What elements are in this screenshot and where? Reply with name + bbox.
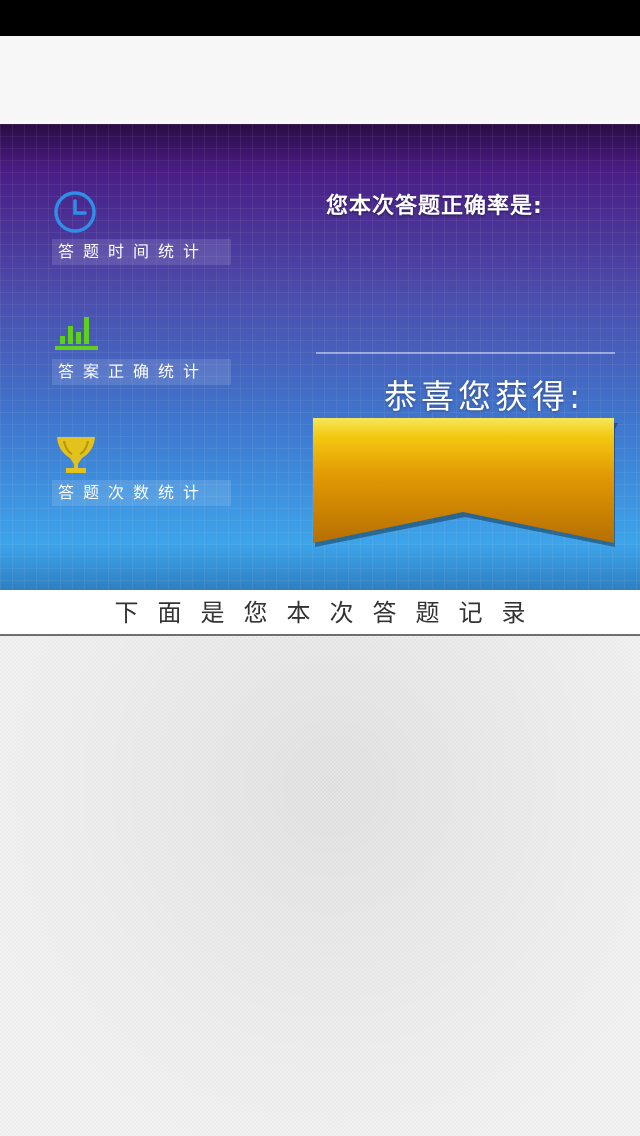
stat-label-count[interactable]: 答题次数统计 [52,480,231,506]
bar-chart-icon [52,312,100,356]
congrats-text: 恭喜您获得: [384,377,585,416]
clock-icon [52,190,100,234]
award-ribbon [310,416,620,548]
navigation-bar [0,36,640,124]
stat-label-time[interactable]: 答题时间统计 [52,239,231,265]
record-header: 下面是您本次答题记录 [0,590,640,636]
stats-panel: 答题时间统计 答案正确统计 答题次数统计 您本次答题正确率是: 恭喜您获得: [0,124,640,590]
trophy-icon [52,434,100,478]
stat-label-correct[interactable]: 答案正确统计 [52,359,231,385]
status-bar [0,0,640,36]
divider [316,352,615,354]
accuracy-heading: 您本次答题正确率是: [326,194,543,219]
record-list-area[interactable] [0,637,640,1136]
